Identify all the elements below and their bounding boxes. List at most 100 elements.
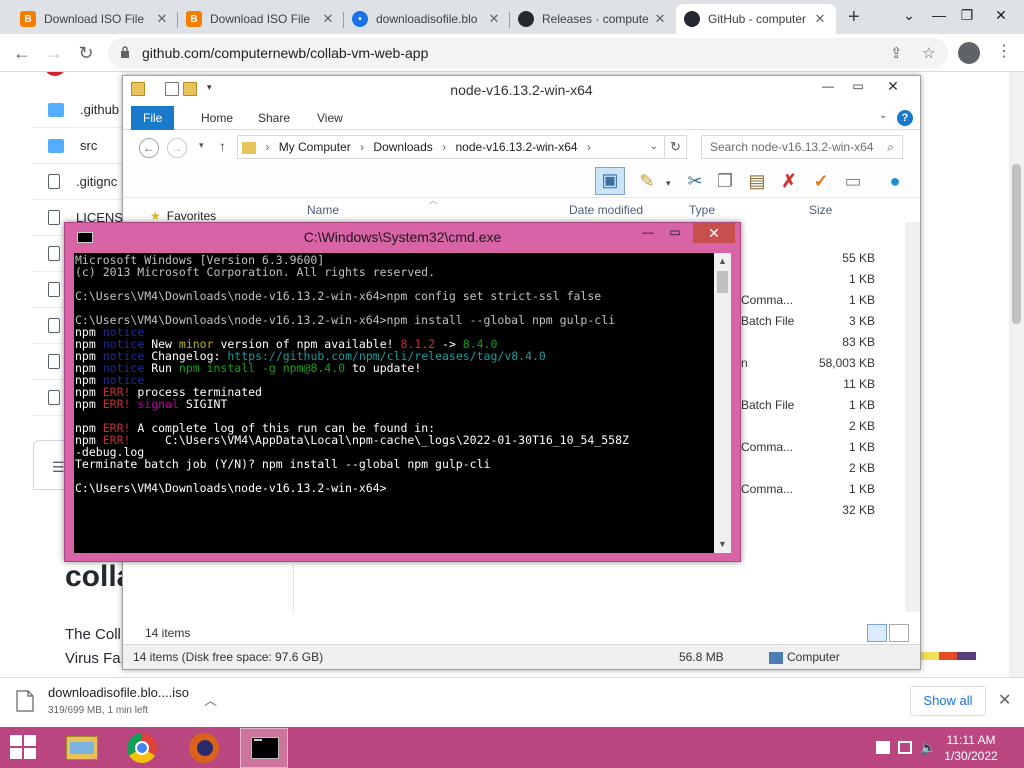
browser-tab[interactable]: • downloadisofile.blo ✕ [344, 4, 510, 34]
scrollbar-thumb[interactable] [1012, 164, 1021, 324]
list-item[interactable]: 32 KB [741, 503, 875, 524]
close-tab-icon[interactable]: ✕ [154, 11, 170, 27]
minimize-button[interactable]: — [635, 224, 661, 242]
cmd-icon[interactable] [240, 728, 288, 768]
large-icons-view-icon[interactable] [889, 624, 909, 642]
console-output[interactable]: Microsoft Windows [Version 6.3.9600] (c)… [74, 253, 714, 553]
profile-avatar[interactable] [958, 42, 980, 64]
menu-icon[interactable]: ⋮ [996, 41, 1012, 61]
action-center-icon[interactable] [876, 741, 890, 754]
list-item[interactable]: n 58,003 KB [741, 356, 875, 377]
delete-icon[interactable]: ✗ [777, 169, 801, 193]
firefox-icon[interactable] [180, 728, 228, 768]
preview-pane-icon[interactable]: ▣ [595, 167, 625, 195]
minimize-button[interactable]: — [813, 78, 843, 96]
back-button[interactable]: ← [139, 138, 159, 158]
column-size[interactable]: Size [809, 203, 832, 217]
share-icon[interactable]: ⇪ [890, 44, 903, 62]
close-tab-icon[interactable]: ✕ [320, 11, 336, 27]
console-scrollbar[interactable]: ▲ ▼ [714, 253, 731, 553]
column-name[interactable]: Name [307, 203, 339, 217]
forward-button[interactable]: → [40, 39, 68, 67]
scrollbar-thumb[interactable] [717, 271, 728, 293]
chevron-down-icon[interactable]: ⌄ [650, 136, 658, 158]
maximize-button[interactable]: ▭ [843, 78, 873, 96]
scroll-up-icon[interactable]: ▲ [714, 253, 731, 270]
list-icon[interactable]: ☰ [52, 459, 65, 476]
close-icon[interactable]: ✕ [998, 690, 1011, 710]
reload-button[interactable]: ↻ [72, 39, 100, 67]
browser-tab-active[interactable]: GitHub - computer ✕ [676, 4, 836, 34]
breadcrumb-item[interactable]: node-v16.13.2-win-x64 [455, 140, 577, 154]
cut-icon[interactable]: ✂ [683, 169, 707, 193]
breadcrumb-item[interactable]: My Computer [279, 140, 351, 154]
column-type[interactable]: Type [689, 203, 715, 217]
breadcrumb-item[interactable]: Downloads [373, 140, 432, 154]
list-item[interactable]: Batch File 3 KB [741, 314, 875, 335]
file-explorer-icon[interactable] [58, 728, 106, 768]
paste-icon[interactable]: ▤ [745, 169, 769, 193]
list-item[interactable]: 83 KB [741, 335, 875, 356]
file-name[interactable]: .gitignc [76, 174, 117, 189]
up-icon[interactable]: ↑ [219, 138, 226, 154]
close-tab-icon[interactable]: ✕ [486, 11, 502, 27]
dropdown-icon[interactable]: ▾ [666, 178, 671, 189]
windows-start-icon[interactable] [10, 735, 38, 761]
browser-tab[interactable]: B Download ISO File ✕ [12, 4, 178, 34]
search-input[interactable]: Search node-v16.13.2-win-x64 ⌕ [701, 135, 903, 159]
tab-home[interactable]: Home [189, 106, 245, 130]
maximize-button[interactable]: ▭ [662, 224, 688, 242]
page-scrollbar[interactable] [1009, 72, 1024, 677]
forward-button[interactable]: → [167, 138, 187, 158]
clock[interactable]: 11:11 AM 1/30/2022 [930, 732, 1012, 764]
help-icon[interactable]: ? [897, 110, 913, 126]
properties-icon[interactable]: ✎ [635, 169, 659, 193]
chevron-up-icon[interactable]: ︿ [204, 690, 217, 709]
breadcrumb[interactable]: › My Computer › Downloads › node-v16.13.… [237, 135, 665, 159]
close-tab-icon[interactable]: ✕ [812, 11, 828, 27]
show-all-button[interactable]: Show all [910, 686, 986, 716]
close-button[interactable]: ✕ [871, 76, 915, 96]
download-filename[interactable]: downloadisofile.blo....iso [48, 685, 189, 700]
browser-tab[interactable]: Releases · compute ✕ [510, 4, 676, 34]
list-item[interactable]: 1 KB [741, 272, 875, 293]
scroll-down-icon[interactable]: ▼ [714, 536, 731, 553]
tab-share[interactable]: Share [246, 106, 302, 130]
column-date[interactable]: Date modified [569, 203, 643, 217]
details-view-icon[interactable] [867, 624, 887, 642]
recent-locations-icon[interactable]: ▾ [199, 140, 204, 151]
check-icon[interactable]: ✓ [809, 169, 833, 193]
file-list-scrollbar[interactable] [905, 222, 920, 612]
close-window-button[interactable]: ✕ [978, 0, 1024, 30]
file-name[interactable]: src [80, 138, 97, 153]
file-row[interactable]: .github [33, 92, 133, 128]
browser-tab[interactable]: B Download ISO File ✕ [178, 4, 344, 34]
bookmark-star-icon[interactable]: ☆ [922, 44, 935, 62]
close-tab-icon[interactable]: ✕ [652, 11, 668, 27]
list-item[interactable]: 2 KB [741, 419, 875, 440]
list-item[interactable]: 2 KB [741, 461, 875, 482]
network-icon[interactable] [898, 741, 912, 754]
list-item[interactable]: 55 KB [741, 251, 875, 272]
address-bar[interactable]: github.com/computernewb/collab-vm-web-ap… [108, 38, 948, 68]
file-name[interactable]: .github [80, 102, 119, 117]
list-item[interactable]: Comma... 1 KB [741, 293, 875, 314]
tab-view[interactable]: View [305, 106, 355, 130]
list-item[interactable]: Comma... 1 KB [741, 440, 875, 461]
file-row[interactable]: .gitignc [33, 164, 133, 200]
tab-file[interactable]: File [131, 106, 175, 130]
nav-favorites[interactable]: ★ Favorites [150, 209, 216, 223]
new-tab-button[interactable]: + [848, 6, 860, 29]
close-button[interactable]: ✕ [693, 223, 735, 243]
list-item[interactable]: Batch File 1 KB [741, 398, 875, 419]
chevron-down-icon[interactable]: ⌄ [879, 110, 887, 121]
refresh-button[interactable]: ↻ [665, 135, 687, 159]
rename-icon[interactable]: ▭ [841, 169, 865, 193]
globe-icon[interactable]: ● [883, 169, 907, 193]
back-button[interactable]: ← [8, 39, 36, 67]
list-item[interactable]: 11 KB [741, 377, 875, 398]
list-item[interactable]: Comma... 1 KB [741, 482, 875, 503]
chrome-icon[interactable] [118, 728, 166, 768]
copy-icon[interactable]: ❐ [713, 169, 737, 193]
file-row[interactable]: src [33, 128, 133, 164]
